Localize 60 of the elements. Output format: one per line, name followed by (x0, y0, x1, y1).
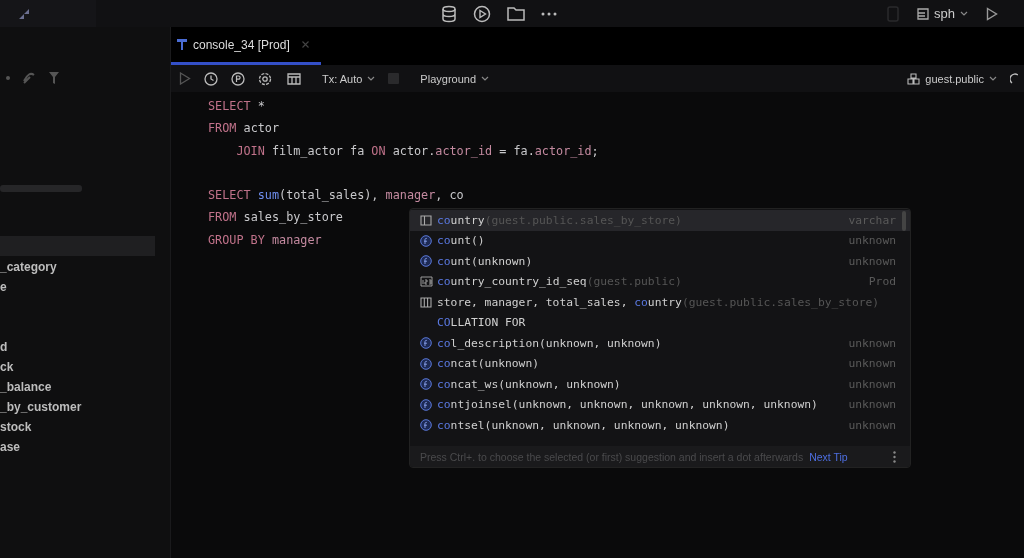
next-tip-link[interactable]: Next Tip (809, 450, 848, 463)
completion-item[interactable]: concat(unknown) unknown (410, 353, 910, 374)
tree-item[interactable]: stock (0, 418, 32, 436)
tree-item[interactable]: ck (0, 358, 14, 376)
completion-item[interactable]: COLLATION FOR (410, 312, 910, 333)
schema-dropdown[interactable]: guest.public (907, 72, 997, 85)
code-line: SELECT sum(total_sales), manager, co (208, 188, 464, 203)
column-icon (420, 214, 432, 226)
function-icon (420, 357, 432, 370)
tree-item[interactable]: d (0, 338, 8, 356)
caret-icon (481, 76, 489, 81)
function-icon (420, 398, 432, 411)
run-icon[interactable] (986, 6, 998, 21)
function-icon (420, 378, 432, 391)
tree-item[interactable]: _balance (0, 378, 52, 396)
tree-item[interactable]: _by_customer (0, 398, 82, 416)
transaction-dropdown[interactable]: Tx: Auto (322, 72, 376, 85)
sequence-icon (420, 276, 433, 288)
function-icon (420, 337, 432, 350)
console-icon (177, 39, 187, 50)
completion-item[interactable]: store, manager, total_sales, country(guest.public.sales_by_store) (410, 292, 910, 313)
caret-icon (989, 76, 997, 81)
completion-item[interactable]: count(unknown) unknown (410, 251, 910, 272)
tree-item[interactable]: e (0, 278, 7, 296)
code-line: SELECT * (208, 99, 265, 113)
completion-item[interactable]: country_country_id_seq(guest.public) Prod (410, 271, 910, 292)
tree-item[interactable]: ase (0, 438, 21, 456)
caret-icon (367, 76, 376, 81)
caret-icon (960, 11, 968, 16)
function-icon (420, 419, 432, 432)
function-icon (420, 234, 432, 247)
play-circle-icon[interactable] (473, 4, 491, 23)
completion-item[interactable]: concat_ws(unknown, unknown) unknown (410, 374, 910, 395)
p-circle-icon[interactable] (231, 71, 245, 86)
settings-icon[interactable] (258, 71, 272, 86)
code-line: JOIN film_actor fa ON actor.actor_id = fa.actor_id; (236, 143, 599, 158)
table-icon (420, 296, 432, 308)
sidebar-tool-icon[interactable] (22, 71, 36, 85)
tree-item[interactable]: _category (0, 258, 57, 276)
completion-item[interactable]: col_description(unknown, unknown) unknown (410, 333, 910, 354)
completion-item[interactable]: contjoinsel(unknown, unknown, unknown, unknown, unknown) unknown (410, 394, 910, 415)
code-line: FROM sales_by_store (208, 210, 343, 225)
mode-dropdown[interactable]: Playground (420, 72, 489, 85)
database-icon (917, 6, 930, 21)
more-icon[interactable] (541, 11, 557, 16)
connection-button[interactable]: sph (917, 6, 968, 21)
completion-item[interactable]: count() unknown (410, 230, 910, 251)
filter-icon[interactable] (48, 71, 60, 85)
folder-icon[interactable] (507, 6, 525, 21)
refresh-icon[interactable] (1010, 72, 1018, 85)
sidebar-toggle-icon[interactable] (887, 5, 900, 22)
table-icon[interactable] (287, 72, 301, 85)
schema-icon (907, 72, 921, 85)
function-icon (420, 255, 432, 268)
database-icon[interactable] (441, 4, 457, 23)
history-icon[interactable] (204, 71, 218, 86)
code-line: FROM actor (208, 121, 280, 136)
completion-item[interactable]: contsel(unknown, unknown, unknown, unknown) unknown (410, 415, 910, 436)
code-line: GROUP BY manager (208, 232, 322, 247)
more-icon[interactable] (893, 450, 896, 463)
